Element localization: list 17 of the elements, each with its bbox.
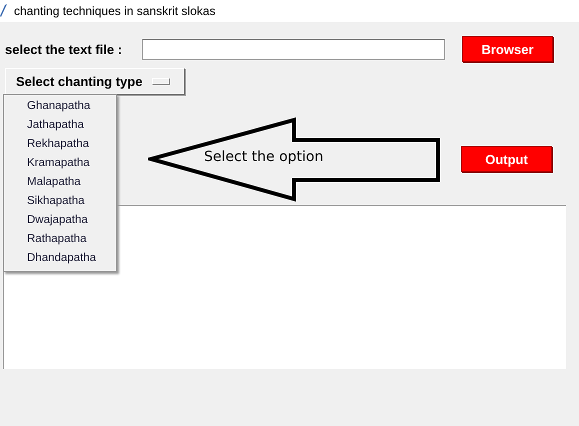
menu-item[interactable]: Rathapatha (4, 230, 116, 249)
file-path-field[interactable] (142, 38, 445, 60)
menu-item[interactable]: Kramapatha (4, 154, 116, 173)
menu-item[interactable]: Dwajapatha (4, 211, 116, 230)
window-title: chanting techniques in sanskrit slokas (14, 4, 216, 18)
file-label: select the text file : (5, 42, 124, 56)
feather-icon (0, 4, 8, 18)
menu-item[interactable]: Jathapatha (4, 116, 116, 135)
output-button[interactable]: Output (461, 146, 552, 172)
chanting-type-menubutton[interactable]: Select chanting type (5, 68, 185, 95)
menu-item[interactable]: Dhandapatha (4, 249, 116, 268)
browser-button[interactable]: Browser (462, 36, 553, 62)
menu-item[interactable]: Ghanapatha (4, 97, 116, 116)
menu-item[interactable]: Malapatha (4, 173, 116, 192)
menu-item[interactable]: Rekhapatha (4, 135, 116, 154)
callout-text: Select the option (204, 149, 324, 165)
menu-item[interactable]: Sikhapatha (4, 192, 116, 211)
